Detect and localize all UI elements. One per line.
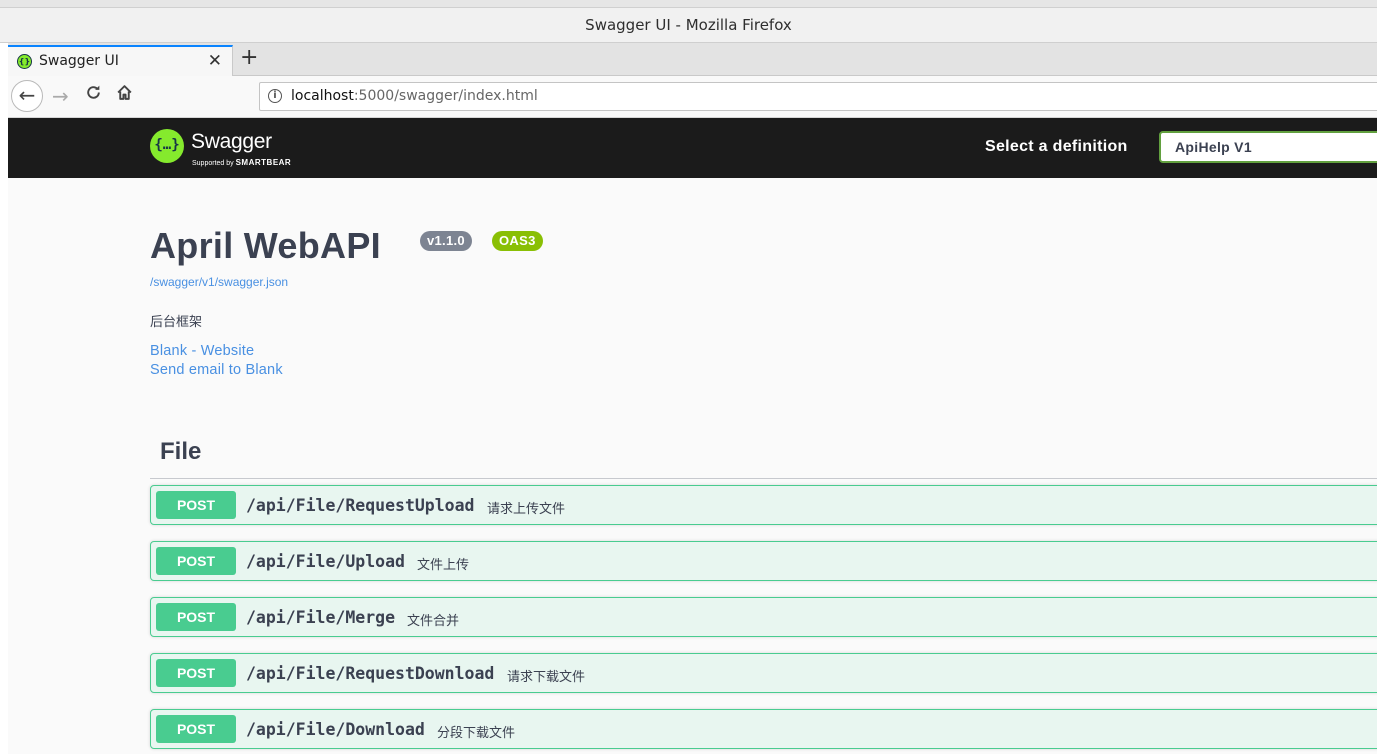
logo-wordmark: Swagger bbox=[191, 130, 272, 153]
operation-row[interactable]: POST /api/File/Merge 文件合并 bbox=[150, 597, 1377, 637]
website-link[interactable]: Blank - Website bbox=[150, 343, 254, 359]
email-link[interactable]: Send email to Blank bbox=[150, 362, 283, 378]
navigation-bar: ← → i localhost:5000/swagger/index.html bbox=[8, 76, 1377, 118]
url-path: :5000/swagger/index.html bbox=[353, 88, 538, 104]
url-text: localhost:5000/swagger/index.html bbox=[291, 88, 538, 104]
swagger-logo-icon: {…} bbox=[150, 129, 184, 163]
method-badge: POST bbox=[156, 491, 236, 519]
operation-row[interactable]: POST /api/File/RequestUpload 请求上传文件 bbox=[150, 485, 1377, 525]
back-arrow-icon[interactable]: ← bbox=[11, 80, 43, 112]
swagger-json-link[interactable]: /swagger/v1/swagger.json bbox=[150, 275, 288, 289]
swagger-logo[interactable]: {…} Swagger Supported by SMARTBEAR bbox=[150, 129, 300, 169]
home-icon[interactable] bbox=[116, 84, 133, 101]
operation-path: /api/File/Download bbox=[246, 720, 425, 739]
operation-path: /api/File/RequestUpload bbox=[246, 496, 475, 515]
oas-badge: OAS3 bbox=[492, 231, 543, 251]
method-badge: POST bbox=[156, 603, 236, 631]
site-info-icon[interactable]: i bbox=[268, 89, 282, 103]
page-content: {…} Swagger Supported by SMARTBEAR Selec… bbox=[8, 118, 1377, 754]
version-badge: v1.1.0 bbox=[420, 231, 472, 251]
operation-row[interactable]: POST /api/File/Upload 文件上传 bbox=[150, 541, 1377, 581]
operation-summary: 请求下载文件 bbox=[507, 670, 586, 685]
operation-path: /api/File/RequestDownload bbox=[246, 664, 495, 683]
browser-chrome: {} Swagger UI ✕ + ← → i localhost:5000/s… bbox=[8, 43, 1377, 118]
api-title-text: April WebAPI bbox=[150, 225, 381, 266]
tab-swagger-ui[interactable]: {} Swagger UI ✕ bbox=[8, 45, 233, 76]
definition-label: Select a definition bbox=[985, 138, 1128, 155]
tag-section-title[interactable]: File bbox=[160, 438, 201, 466]
tab-strip: {} Swagger UI ✕ + bbox=[8, 43, 1377, 76]
method-badge: POST bbox=[156, 547, 236, 575]
operation-summary: 文件上传 bbox=[417, 558, 470, 573]
forward-arrow-icon[interactable]: → bbox=[52, 84, 69, 108]
swagger-topbar: {…} Swagger Supported by SMARTBEAR Selec… bbox=[8, 118, 1377, 178]
operation-row[interactable]: POST /api/File/RequestDownload 请求下载文件 bbox=[150, 653, 1377, 693]
operation-path: /api/File/Merge bbox=[246, 608, 396, 627]
section-divider bbox=[150, 478, 1377, 479]
operation-summary: 文件合并 bbox=[407, 614, 460, 629]
api-title: April WebAPI bbox=[150, 225, 381, 267]
definition-select[interactable]: ApiHelp V1 bbox=[1159, 131, 1377, 163]
method-badge: POST bbox=[156, 659, 236, 687]
logo-subtitle: Supported by SMARTBEAR bbox=[192, 158, 291, 167]
swagger-favicon-icon: {} bbox=[17, 54, 32, 69]
method-badge: POST bbox=[156, 715, 236, 743]
url-bar[interactable]: i localhost:5000/swagger/index.html bbox=[259, 82, 1377, 111]
definition-select-value: ApiHelp V1 bbox=[1175, 139, 1252, 155]
window-top-strip bbox=[0, 0, 1377, 8]
operation-row[interactable]: POST /api/File/Download 分段下载文件 bbox=[150, 709, 1377, 749]
tab-label: Swagger UI bbox=[39, 53, 119, 69]
logo-sub-brand: SMARTBEAR bbox=[235, 158, 292, 167]
url-host: localhost bbox=[291, 88, 354, 104]
logo-sub-prefix: Supported by bbox=[192, 160, 236, 167]
close-tab-icon[interactable]: ✕ bbox=[208, 51, 222, 71]
window-title: Swagger UI - Mozilla Firefox bbox=[585, 16, 792, 34]
operation-summary: 分段下载文件 bbox=[437, 726, 516, 741]
reload-icon[interactable] bbox=[85, 84, 102, 101]
api-description: 后台框架 bbox=[150, 315, 203, 330]
operation-path: /api/File/Upload bbox=[246, 552, 405, 571]
window-titlebar: Swagger UI - Mozilla Firefox bbox=[0, 0, 1377, 43]
operation-summary: 请求上传文件 bbox=[487, 502, 566, 517]
new-tab-icon[interactable]: + bbox=[240, 46, 258, 70]
